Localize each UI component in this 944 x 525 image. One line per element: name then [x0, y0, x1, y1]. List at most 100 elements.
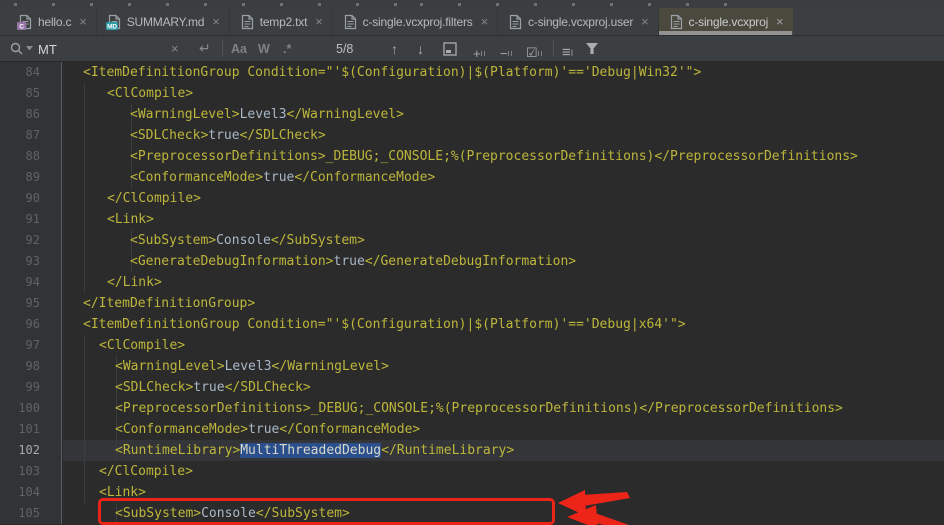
code-line-96[interactable]: 96<ItemDefinitionGroup Condition="'$(Con… [0, 314, 944, 335]
close-tab-icon[interactable]: × [76, 15, 86, 28]
select-all-occurrences-icon[interactable]: ☑II [526, 36, 544, 61]
search-input[interactable] [36, 37, 170, 61]
whole-words-toggle[interactable]: W [258, 36, 270, 61]
tab-SUMMARY.md[interactable]: MDSUMMARY.md× [97, 8, 230, 35]
clipped-glyph [318, 3, 321, 6]
match-case-toggle[interactable]: Aa [231, 36, 247, 61]
code-line-98[interactable]: 98<WarningLevel>Level3</WarningLevel> [0, 356, 944, 377]
line-number: 92 [0, 230, 62, 251]
close-tab-icon[interactable]: × [773, 15, 783, 28]
code-line-101[interactable]: 101<ConformanceMode>true</ConformanceMod… [0, 419, 944, 440]
previous-match-icon[interactable]: ↑ [391, 36, 398, 61]
code-text: </Link> [62, 272, 162, 293]
search-results-count: 5/8 [336, 36, 353, 61]
code-text: <SDLCheck>true</SDLCheck> [62, 125, 326, 146]
text-file-icon [342, 14, 358, 30]
clipped-glyph [52, 3, 55, 6]
tab-hello.c[interactable]: Chello.c× [8, 8, 97, 35]
clipped-glyph [394, 3, 397, 6]
line-number: 84 [0, 62, 62, 83]
line-number: 89 [0, 167, 62, 188]
clipped-glyph [356, 3, 359, 6]
code-line-84[interactable]: 84<ItemDefinitionGroup Condition="'$(Con… [0, 62, 944, 83]
clipped-glyph [610, 3, 613, 6]
code-text: </ItemDefinitionGroup> [62, 293, 255, 314]
close-tab-icon[interactable]: × [638, 15, 648, 28]
line-number: 100 [0, 398, 62, 419]
line-number: 90 [0, 188, 62, 209]
code-line-99[interactable]: 99<SDLCheck>true</SDLCheck> [0, 377, 944, 398]
divider [553, 40, 554, 57]
line-number: 88 [0, 146, 62, 167]
code-line-97[interactable]: 97<ClCompile> [0, 335, 944, 356]
code-line-100[interactable]: 100<PreprocessorDefinitions>_DEBUG;_CONS… [0, 398, 944, 419]
code-text: <Link> [62, 209, 154, 230]
code-line-103[interactable]: 103</ClCompile> [0, 461, 944, 482]
code-text: <SubSystem>Console</SubSystem> [62, 230, 365, 251]
clipped-glyph [496, 3, 499, 6]
editor-tab-bar: Chello.c× MDSUMMARY.md× temp2.txt × c-sin… [0, 8, 944, 36]
code-line-90[interactable]: 90</ClCompile> [0, 188, 944, 209]
code-line-91[interactable]: 91<Link> [0, 209, 944, 230]
next-match-icon[interactable]: ↓ [417, 36, 424, 61]
svg-text:MD: MD [107, 23, 117, 30]
regex-toggle[interactable]: .* [283, 36, 291, 61]
tab-label: c-single.vcxproj.user [528, 15, 633, 29]
code-line-88[interactable]: 88<PreprocessorDefinitions>_DEBUG;_CONSO… [0, 146, 944, 167]
svg-text:C: C [19, 23, 24, 30]
search-in-selection-icon[interactable] [443, 36, 457, 61]
close-tab-icon[interactable]: × [209, 15, 219, 28]
tab-label: temp2.txt [260, 15, 308, 29]
search-filter-icon[interactable] [585, 36, 599, 61]
code-line-102[interactable]: 102<RuntimeLibrary>MultiThreadedDebug</R… [0, 440, 944, 461]
code-text: <PreprocessorDefinitions>_DEBUG;_CONSOLE… [62, 146, 858, 167]
code-text: <WarningLevel>Level3</WarningLevel> [62, 104, 404, 125]
divider [222, 40, 223, 57]
tab-c-single.vcxproj.user[interactable]: c-single.vcxproj.user × [498, 8, 659, 35]
close-tab-icon[interactable]: × [312, 15, 322, 28]
code-line-92[interactable]: 92<SubSystem>Console</SubSystem> [0, 230, 944, 251]
line-number: 87 [0, 125, 62, 146]
code-line-89[interactable]: 89<ConformanceMode>true</ConformanceMode… [0, 167, 944, 188]
code-editor[interactable]: 84<ItemDefinitionGroup Condition="'$(Con… [0, 62, 944, 524]
line-number: 96 [0, 314, 62, 335]
code-line-94[interactable]: 94</Link> [0, 272, 944, 293]
code-line-85[interactable]: 85<ClCompile> [0, 83, 944, 104]
clipped-glyph [280, 3, 283, 6]
clipped-glyph [204, 3, 207, 6]
line-number: 86 [0, 104, 62, 125]
clipped-glyph [242, 3, 245, 6]
tab-c-single.vcxproj[interactable]: c-single.vcxproj× [659, 8, 794, 35]
clear-search-icon[interactable]: × [171, 36, 179, 61]
newline-icon[interactable]: ↵ [199, 36, 211, 61]
code-text: <ItemDefinitionGroup Condition="'$(Confi… [62, 314, 686, 335]
clipped-glyph [90, 3, 93, 6]
annotation-highlight-box [98, 498, 555, 525]
close-tab-icon[interactable]: × [478, 15, 488, 28]
code-line-87[interactable]: 87<SDLCheck>true</SDLCheck> [0, 125, 944, 146]
code-text: <ItemDefinitionGroup Condition="'$(Confi… [62, 62, 701, 83]
line-number: 97 [0, 335, 62, 356]
code-text: <WarningLevel>Level3</WarningLevel> [62, 356, 389, 377]
code-line-93[interactable]: 93<GenerateDebugInformation>true</Genera… [0, 251, 944, 272]
code-text: </ClCompile> [62, 461, 193, 482]
line-number: 93 [0, 251, 62, 272]
unselect-occurrence-icon[interactable]: −II [500, 36, 513, 61]
add-occurrence-icon[interactable]: +II [473, 36, 486, 61]
line-number: 95 [0, 293, 62, 314]
line-number: 102 [0, 440, 62, 461]
line-number: 85 [0, 83, 62, 104]
code-line-95[interactable]: 95</ItemDefinitionGroup> [0, 293, 944, 314]
text-file-icon [239, 14, 255, 30]
clipped-glyph [534, 3, 537, 6]
filter-lines-icon[interactable]: ≡I [562, 36, 573, 61]
line-number: 91 [0, 209, 62, 230]
code-text: <RuntimeLibrary>MultiThreadedDebug</Runt… [62, 440, 514, 461]
code-line-86[interactable]: 86<WarningLevel>Level3</WarningLevel> [0, 104, 944, 125]
search-icon[interactable] [9, 36, 33, 61]
text-file-icon [668, 14, 684, 30]
tab-temp2.txt[interactable]: temp2.txt × [230, 8, 333, 35]
clipped-glyph [458, 3, 461, 6]
line-number: 105 [0, 503, 62, 524]
tab-c-single.vcxproj.filters[interactable]: c-single.vcxproj.filters× [333, 8, 498, 35]
